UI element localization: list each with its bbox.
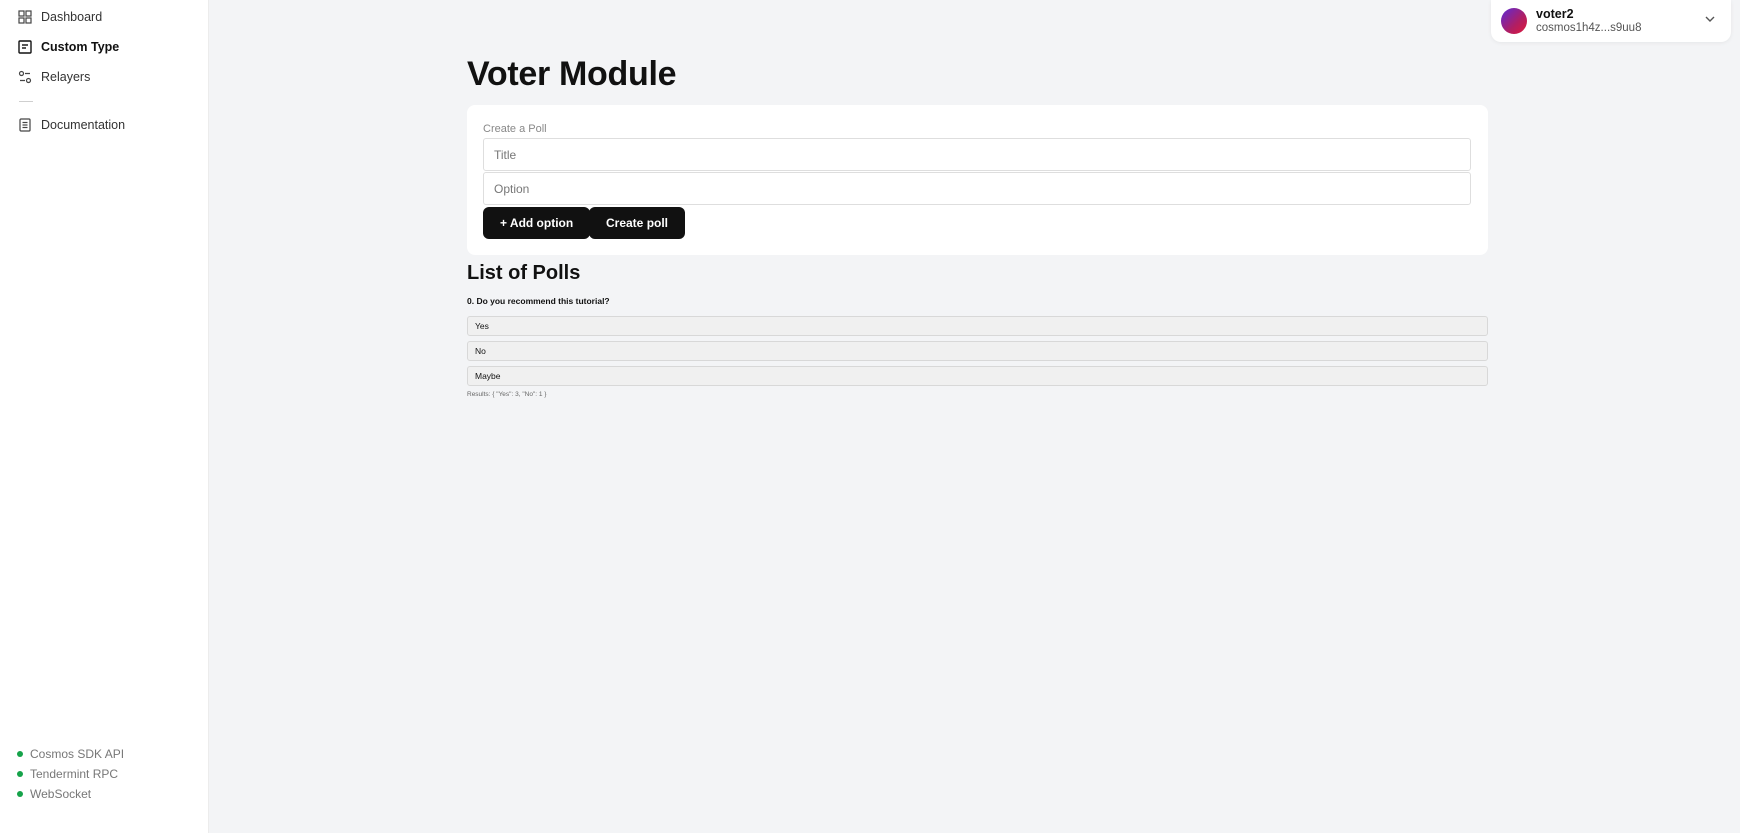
sidebar: Dashboard Custom Type Relayers Documenta…: [0, 0, 209, 833]
sidebar-item-relayers[interactable]: Relayers: [18, 70, 90, 84]
status-label: WebSocket: [30, 787, 92, 801]
document-icon: [18, 118, 32, 132]
status-dot-icon: [17, 751, 23, 757]
account-name: voter2: [1536, 7, 1574, 22]
poll-question: 0. Do you recommend this tutorial?: [467, 296, 610, 306]
poll-option-input[interactable]: [483, 172, 1471, 205]
poll-option-yes[interactable]: Yes: [467, 316, 1488, 336]
status-dot-icon: [17, 791, 23, 797]
chevron-down-icon[interactable]: [1703, 12, 1717, 26]
status-label: Tendermint RPC: [30, 767, 119, 781]
status-cosmos-sdk-api: Cosmos SDK API: [17, 747, 124, 761]
page-title: Voter Module: [467, 55, 677, 93]
add-option-button[interactable]: + Add option: [483, 207, 591, 239]
avatar: [1501, 8, 1527, 34]
relayers-icon: [18, 70, 32, 84]
poll-option-no[interactable]: No: [467, 341, 1488, 361]
account-dropdown[interactable]: voter2 cosmos1h4z...s9uu8: [1491, 0, 1731, 42]
sidebar-divider: [19, 101, 33, 102]
status-websocket: WebSocket: [17, 787, 91, 801]
sidebar-item-custom-type[interactable]: Custom Type: [18, 40, 119, 54]
grid-icon: [18, 10, 32, 24]
sidebar-item-label: Dashboard: [41, 10, 103, 24]
status-label: Cosmos SDK API: [30, 747, 125, 761]
sidebar-item-documentation[interactable]: Documentation: [18, 118, 125, 132]
account-address: cosmos1h4z...s9uu8: [1536, 21, 1642, 34]
create-poll-card: Create a Poll + Add option Create poll: [467, 105, 1488, 255]
sidebar-item-label: Relayers: [41, 70, 91, 84]
status-tendermint-rpc: Tendermint RPC: [17, 767, 118, 781]
status-dot-icon: [17, 771, 23, 777]
sidebar-item-label: Documentation: [41, 118, 126, 132]
poll-option-maybe[interactable]: Maybe: [467, 366, 1488, 386]
list-icon: [18, 40, 32, 54]
polls-heading: List of Polls: [467, 262, 581, 284]
sidebar-item-label: Custom Type: [41, 40, 120, 54]
create-poll-label: Create a Poll: [483, 123, 547, 135]
poll-title-input[interactable]: [483, 138, 1471, 171]
poll-results: Results: { "Yes": 3, "No": 1 }: [467, 391, 547, 398]
create-poll-button[interactable]: Create poll: [589, 207, 686, 239]
sidebar-item-dashboard[interactable]: Dashboard: [18, 10, 102, 24]
